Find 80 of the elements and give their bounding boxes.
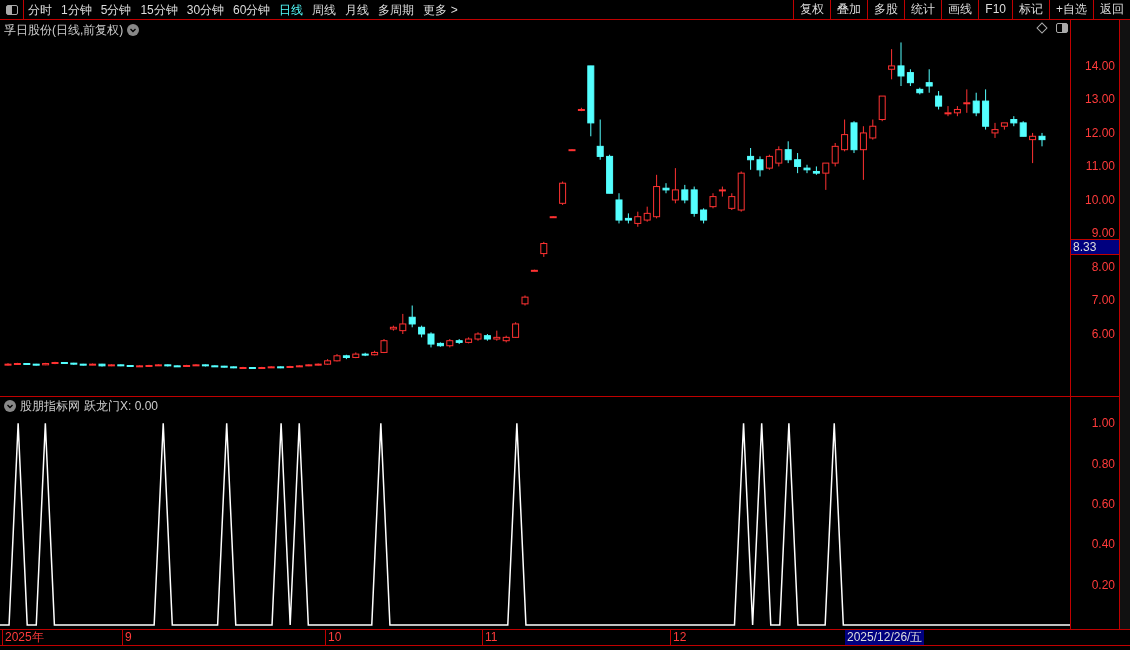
candlestick <box>859 125 867 181</box>
candlestick <box>803 164 811 174</box>
toolbar-button[interactable]: 多股 <box>867 0 905 19</box>
dropdown-icon[interactable] <box>4 400 16 412</box>
indicator-value: 跃龙门X: 0.00 <box>84 398 159 415</box>
period-tab[interactable]: 日线 <box>279 0 304 19</box>
price-tick-label: 8.00 <box>1091 260 1115 273</box>
candlestick <box>559 181 567 206</box>
date-axis-label: 11 <box>482 630 498 645</box>
price-tick-label: 7.00 <box>1091 294 1115 307</box>
candlestick <box>831 142 839 167</box>
period-tab[interactable]: 1分钟 <box>61 0 92 19</box>
candlestick <box>399 313 407 335</box>
candlestick <box>681 184 689 204</box>
period-tab[interactable]: 15分钟 <box>140 0 178 19</box>
toolbar-button[interactable]: 画线 <box>941 0 979 19</box>
toolbar-button[interactable]: 标记 <box>1012 0 1049 19</box>
candlestick <box>784 140 792 164</box>
period-tab[interactable]: 30分钟 <box>186 0 225 19</box>
price-tick-label: 11.00 <box>1085 160 1115 173</box>
period-tab[interactable]: 周线 <box>312 0 337 19</box>
price-tick-label: 10.00 <box>1084 193 1115 206</box>
toolbar-button[interactable]: F10 <box>978 0 1012 19</box>
candlestick <box>662 182 670 194</box>
price-tick-label: 12.00 <box>1084 126 1115 139</box>
candlestick <box>991 122 999 139</box>
candlestick <box>408 305 416 328</box>
candlestick <box>747 147 755 171</box>
toolbar-button[interactable]: 返回 <box>1093 0 1130 19</box>
period-tab[interactable]: 多周期 <box>378 0 415 19</box>
candlestick <box>841 119 849 152</box>
date-axis-label: 10 <box>325 630 342 645</box>
candlestick <box>972 92 980 117</box>
candlestick <box>615 192 623 224</box>
candlestick <box>4 362 12 366</box>
candlestick <box>1029 132 1037 164</box>
indicator-tick-label: 0.60 <box>1091 497 1115 510</box>
cursor-date-label: 2025/12/26/五 <box>845 630 925 645</box>
candlestick <box>1038 132 1046 147</box>
candlestick <box>690 186 698 218</box>
candlestick <box>897 41 905 87</box>
period-tab[interactable]: 分时 <box>28 0 52 19</box>
period-tab[interactable]: 60分钟 <box>233 0 271 19</box>
chart-title: 孚日股份(日线,前复权) <box>4 22 124 39</box>
toolbar-button[interactable]: +自选 <box>1049 0 1093 19</box>
period-tab[interactable]: 5分钟 <box>100 0 132 19</box>
price-tick-label: 6.00 <box>1091 328 1115 340</box>
period-tab[interactable]: 更多 > <box>423 0 458 19</box>
indicator-tick-label: 1.00 <box>1091 417 1115 430</box>
period-tab[interactable]: 月线 <box>345 0 370 19</box>
candlestick <box>596 119 604 161</box>
indicator-source: 股朋指标网 <box>20 398 80 415</box>
candlestick <box>756 155 764 177</box>
indicator-tick-label: 0.80 <box>1091 457 1115 470</box>
price-tick-label: 13.00 <box>1084 93 1115 106</box>
candlestick <box>963 88 971 114</box>
candlestick <box>671 167 679 204</box>
candlestick <box>935 90 943 110</box>
indicator-tick-label: 0.40 <box>1091 538 1115 551</box>
toolbar-button[interactable]: 统计 <box>904 0 942 19</box>
date-axis-label: 12 <box>670 630 687 645</box>
candlestick <box>888 48 896 80</box>
candlestick <box>925 68 933 94</box>
panel-toggle-icon[interactable] <box>5 4 18 15</box>
toolbar-button[interactable]: 复权 <box>793 0 831 19</box>
indicator-tick-label: 0.20 <box>1091 578 1115 591</box>
date-axis-label: 9 <box>122 630 132 645</box>
candlestick <box>794 152 802 174</box>
date-axis-label: 2025年 <box>2 630 44 645</box>
current-price-label: 8.33 <box>1071 239 1119 255</box>
toolbar-button[interactable]: 叠加 <box>830 0 868 19</box>
candlestick <box>878 95 886 122</box>
price-tick-label: 9.00 <box>1091 227 1115 240</box>
candlestick <box>822 162 830 191</box>
dropdown-icon[interactable] <box>127 24 140 36</box>
panel-toggle-icon[interactable] <box>1056 23 1068 33</box>
candlestick <box>775 145 783 167</box>
candlestick <box>944 105 952 117</box>
candlestick <box>869 119 877 141</box>
price-tick-label: 14.00 <box>1084 59 1115 72</box>
